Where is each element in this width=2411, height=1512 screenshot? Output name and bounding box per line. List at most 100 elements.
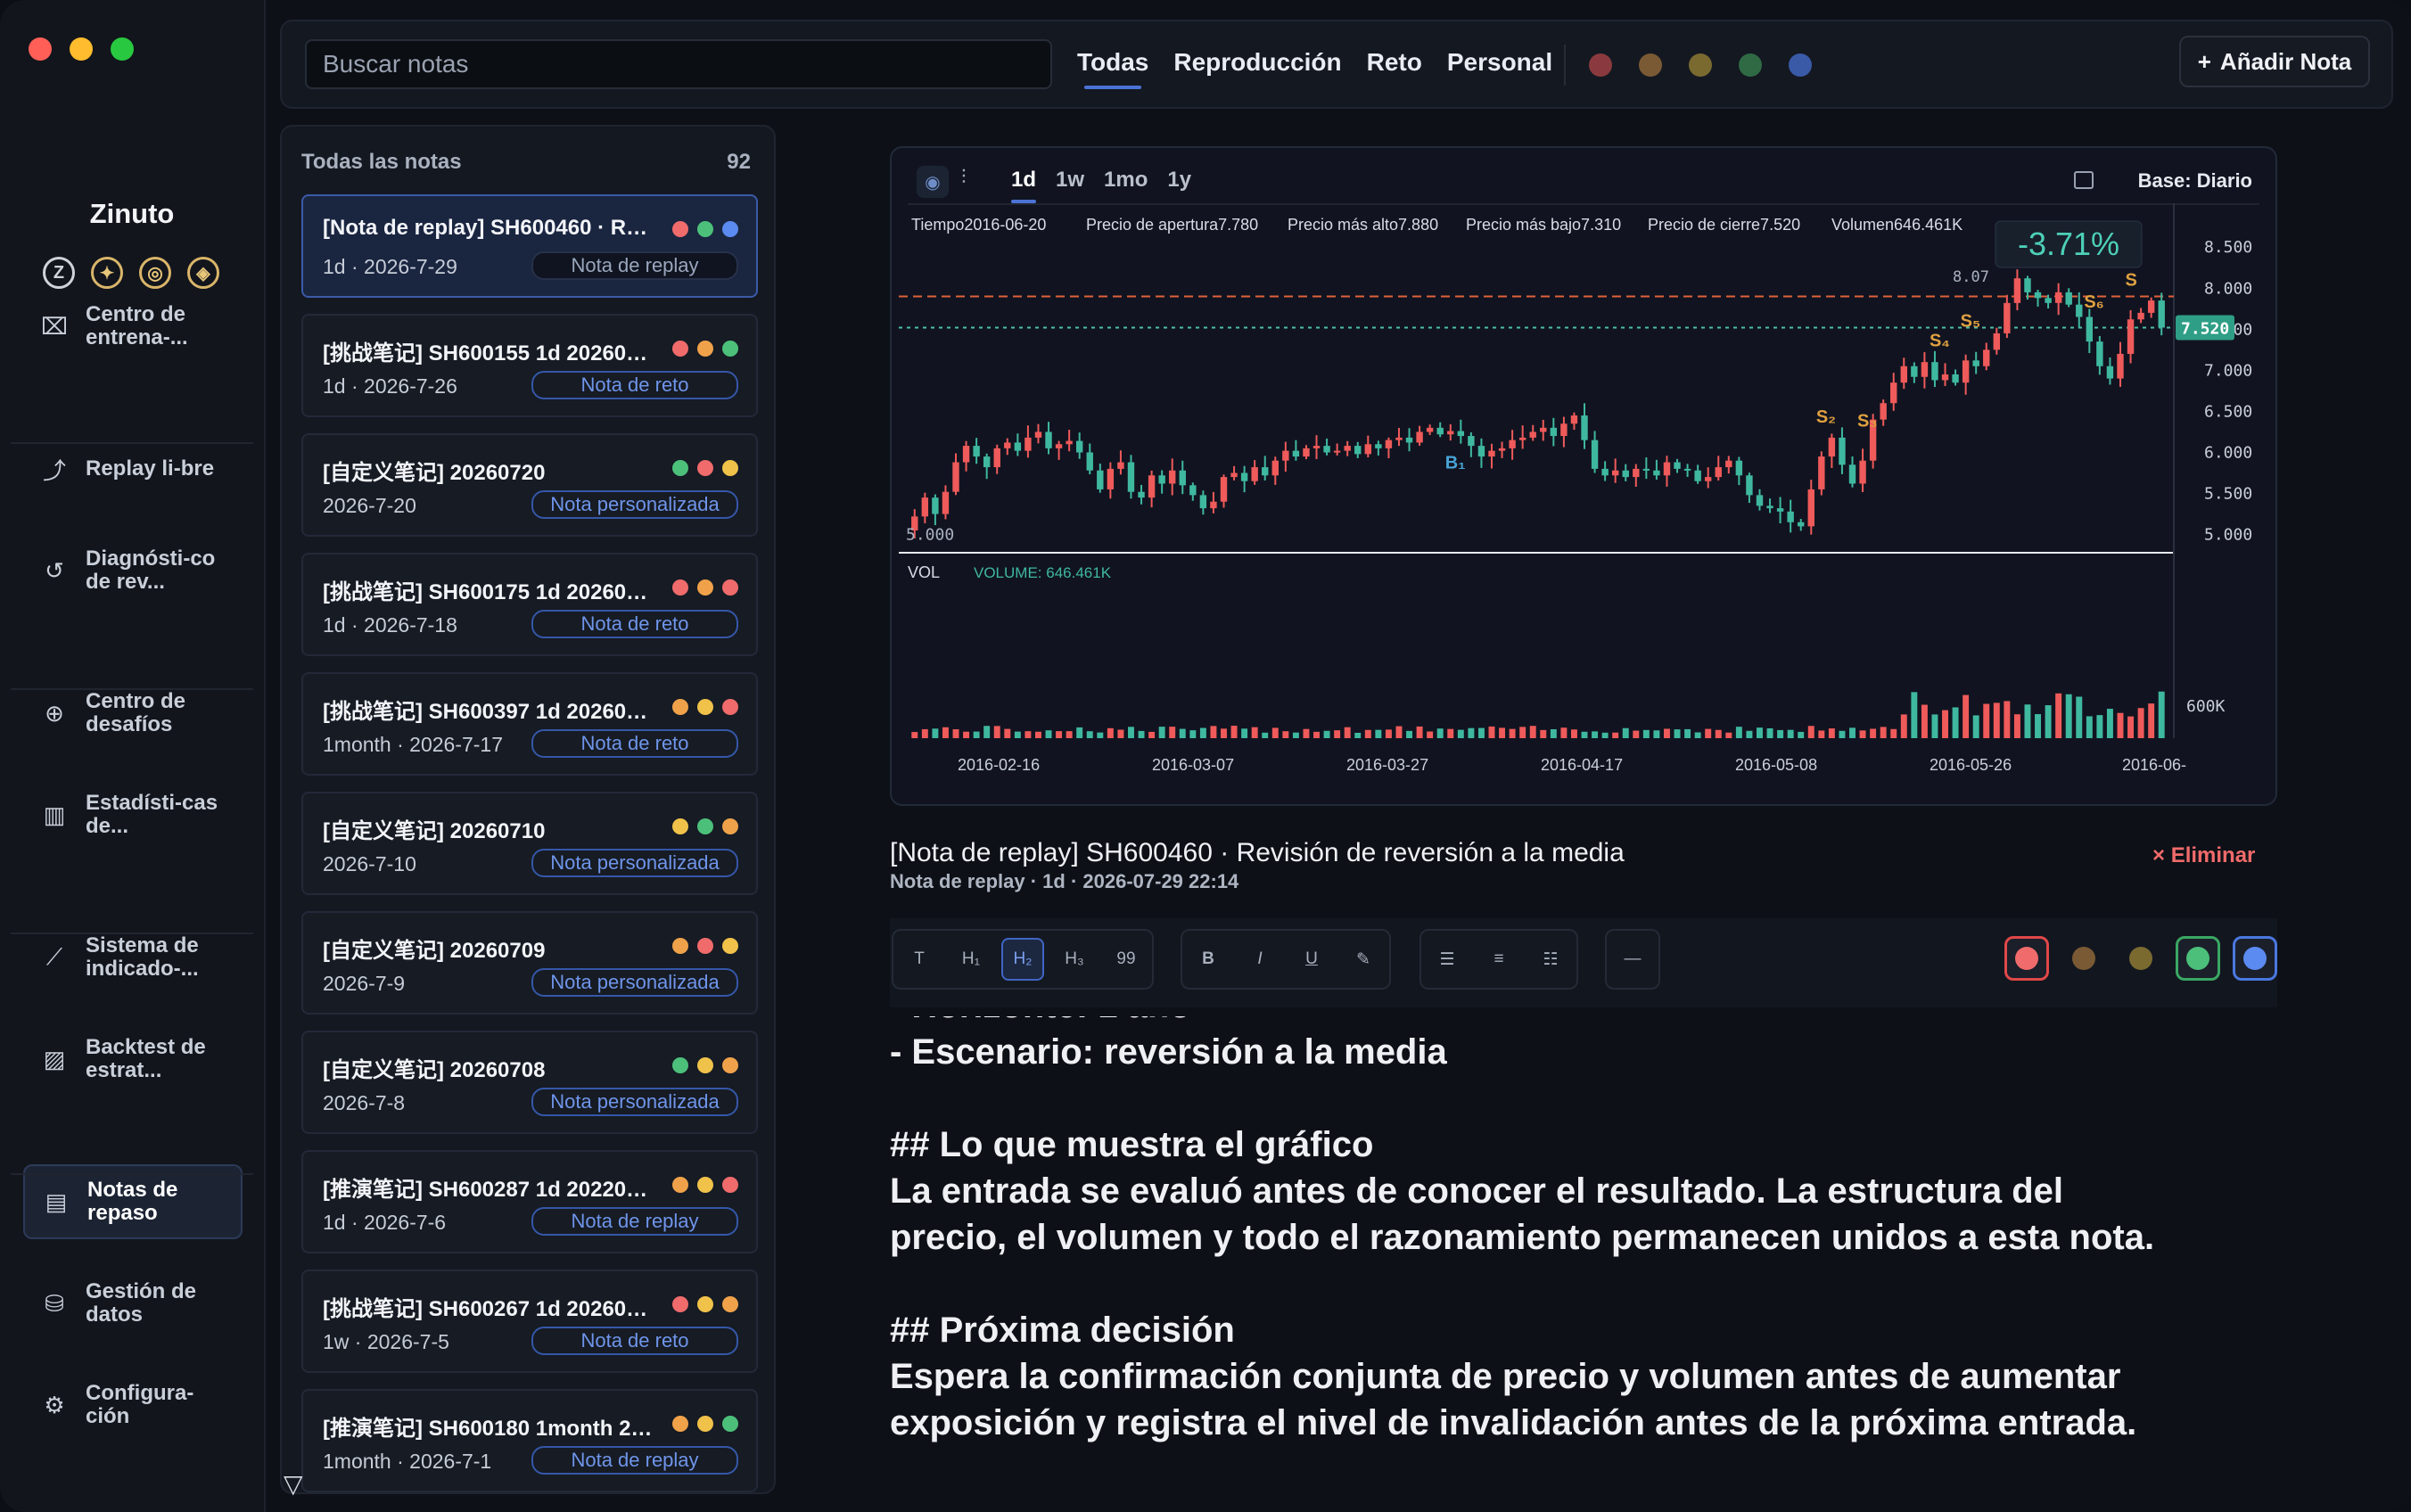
ordered-list-icon[interactable]: ≡ — [1477, 938, 1520, 981]
note-title[interactable]: [Nota de replay] SH600460 · Revisión de … — [890, 838, 1625, 868]
tab-personal[interactable]: Personal — [1447, 48, 1552, 89]
quote-button[interactable]: 99 — [1105, 938, 1148, 981]
color-swatch[interactable] — [2004, 936, 2049, 981]
add-note-button[interactable]: + Añadir Nota — [2179, 36, 2370, 87]
sidebar-item-9[interactable]: ⛁ Gestión de datos — [23, 1266, 243, 1341]
volume-bar — [1292, 732, 1299, 738]
volume-bar — [1880, 727, 1887, 738]
candle-body — [1715, 467, 1722, 478]
tab-todas[interactable]: Todas — [1077, 48, 1148, 89]
minimize-button[interactable] — [70, 37, 93, 61]
color-swatch[interactable] — [2233, 936, 2277, 981]
candle-body — [1179, 470, 1186, 486]
color-filter-dot[interactable] — [1789, 53, 1812, 77]
timeframe-1y[interactable]: 1y — [1167, 168, 1191, 193]
sidebar-item-1[interactable]: ⌧ Centro de entrena-... — [23, 289, 243, 364]
candle-body — [1199, 495, 1207, 509]
candle-body — [1189, 485, 1197, 496]
candle-body — [1633, 468, 1640, 478]
volume-bar — [1086, 731, 1093, 738]
note-card[interactable]: [挑战笔记] SH600267 1d 20260705 1w · 2026-7-5… — [301, 1270, 758, 1373]
candlestick-icon[interactable]: ⫶ — [961, 166, 967, 189]
checklist-icon[interactable]: ☷ — [1529, 938, 1572, 981]
panel-icon[interactable] — [2074, 171, 2094, 189]
volume-bar — [1900, 714, 1907, 738]
tab-reto[interactable]: Reto — [1367, 48, 1422, 89]
candle-body — [1220, 477, 1228, 502]
note-card[interactable]: [挑战笔记] SH600397 1d 20260717 1month · 2026… — [301, 672, 758, 776]
note-card-title: [推演笔记] SH600180 1month 20260701 — [323, 1417, 653, 1441]
candle-body — [1663, 462, 1671, 476]
sidebar-item-5[interactable]: ▥ Estadísti-cas de... — [23, 777, 243, 852]
sidebar-item-10[interactable]: ⚙ Configura-ción — [23, 1368, 243, 1442]
volume-bar — [1447, 728, 1454, 738]
x-tick-label: 2016-03-07 — [1152, 756, 1234, 774]
sidebar-item-3[interactable]: ↺ Diagnósti-co de rev... — [23, 533, 243, 608]
close-icon: × — [2152, 843, 2166, 867]
divider — [1564, 45, 1566, 86]
underline-button[interactable]: U — [1290, 938, 1333, 981]
candle-body — [2076, 304, 2083, 317]
sidebar-item-6[interactable]: ⟋ Sistema de indicado-... — [23, 920, 243, 995]
color-filter-dot[interactable] — [1639, 53, 1662, 77]
note-card-colors — [672, 341, 738, 357]
note-card[interactable]: [自定义笔记] 20260720 2026-7-20 Nota personaliz… — [301, 433, 758, 537]
note-card[interactable]: [自定义笔记] 20260710 2026-7-10 Nota personaliz… — [301, 792, 758, 895]
note-card[interactable]: [推演笔记] SH600180 1month 20260701 1month · … — [301, 1389, 758, 1492]
rule-group: — — [1605, 929, 1660, 990]
search-input[interactable] — [305, 39, 1052, 89]
sidebar-item-8[interactable]: ▤ Notas de repaso — [23, 1164, 243, 1239]
horizontal-rule-button[interactable]: — — [1611, 938, 1654, 981]
pen-icon[interactable]: ✎ — [1342, 938, 1385, 981]
sidebar-item-4[interactable]: ⊕ Centro de desafíos — [23, 676, 243, 751]
note-card[interactable]: [推演笔记] SH600287 1d 20220706 1d · 2026-7-6… — [301, 1150, 758, 1253]
color-filter-dot[interactable] — [1589, 53, 1612, 77]
add-note-label: Añadir Nota — [2219, 47, 2352, 75]
y-tick-label: 7.000 — [2204, 361, 2252, 380]
underline-label: U — [1305, 949, 1318, 968]
h1-button[interactable]: H₁ — [950, 938, 992, 981]
volume-bar — [1818, 730, 1825, 738]
note-card[interactable]: [挑战笔记] SH600175 1d 20260718 1d · 2026-7-1… — [301, 553, 758, 656]
sidebar-item-7[interactable]: ▨ Backtest de estrat... — [23, 1022, 243, 1097]
h3-button[interactable]: H₃ — [1053, 938, 1096, 981]
current-price-label: 7.520 — [2181, 319, 2229, 338]
tab-reproduccion[interactable]: Reproducción — [1173, 48, 1341, 89]
h2-button[interactable]: H₂ — [1001, 938, 1044, 981]
bold-button[interactable]: B — [1187, 938, 1230, 981]
color-swatch[interactable] — [2119, 936, 2163, 981]
note-body[interactable]: - Horizonte: 1 año - Escenario: reversió… — [890, 1016, 2334, 1480]
settings-icon: ⚙ — [44, 1391, 65, 1418]
color-dot — [672, 341, 688, 357]
target-icon: ⊕ — [45, 699, 64, 727]
candle-body — [1004, 442, 1011, 448]
color-swatch[interactable] — [2176, 936, 2220, 981]
note-type-badge: Nota de reto — [531, 729, 738, 758]
note-card[interactable]: [挑战笔记] SH600155 1d 20260726 1d · 2026-7-2… — [301, 314, 758, 417]
timeframe-1w[interactable]: 1w — [1056, 168, 1084, 193]
candlestick-chart[interactable]: Tiempo2016-06-20 Precio de apertura7.780… — [892, 203, 2275, 806]
timeframe-1d[interactable]: 1d — [1011, 168, 1037, 203]
color-dot — [722, 341, 738, 357]
history-icon: ↺ — [45, 556, 64, 584]
y-tick-label: 6.000 — [2204, 443, 2252, 462]
italic-button[interactable]: I — [1238, 938, 1281, 981]
note-card[interactable]: [自定义笔记] 20260709 2026-7-9 Nota personaliza… — [301, 911, 758, 1015]
candle-body — [1560, 423, 1568, 437]
delete-button[interactable]: × Eliminar — [2152, 843, 2255, 868]
candle-body — [1880, 403, 1887, 420]
note-card[interactable]: [自定义笔记] 20260708 2026-7-8 Nota personaliza… — [301, 1031, 758, 1134]
color-filter-dot[interactable] — [1689, 53, 1712, 77]
close-button[interactable] — [29, 37, 52, 61]
candle-body — [1735, 460, 1743, 476]
volume-bar — [952, 729, 959, 738]
bullet-list-icon[interactable]: ☰ — [1426, 938, 1469, 981]
color-filter-dot[interactable] — [1739, 53, 1762, 77]
note-card[interactable]: [Nota de replay] SH600460 · Revisión de … — [301, 194, 758, 298]
timeframe-1mo[interactable]: 1mo — [1104, 168, 1148, 193]
base-label[interactable]: Base: Diario — [2138, 169, 2252, 193]
eye-icon[interactable]: ◉ — [917, 166, 949, 198]
color-swatch[interactable] — [2061, 936, 2106, 981]
maximize-button[interactable] — [111, 37, 134, 61]
text-button[interactable]: T — [898, 938, 941, 981]
